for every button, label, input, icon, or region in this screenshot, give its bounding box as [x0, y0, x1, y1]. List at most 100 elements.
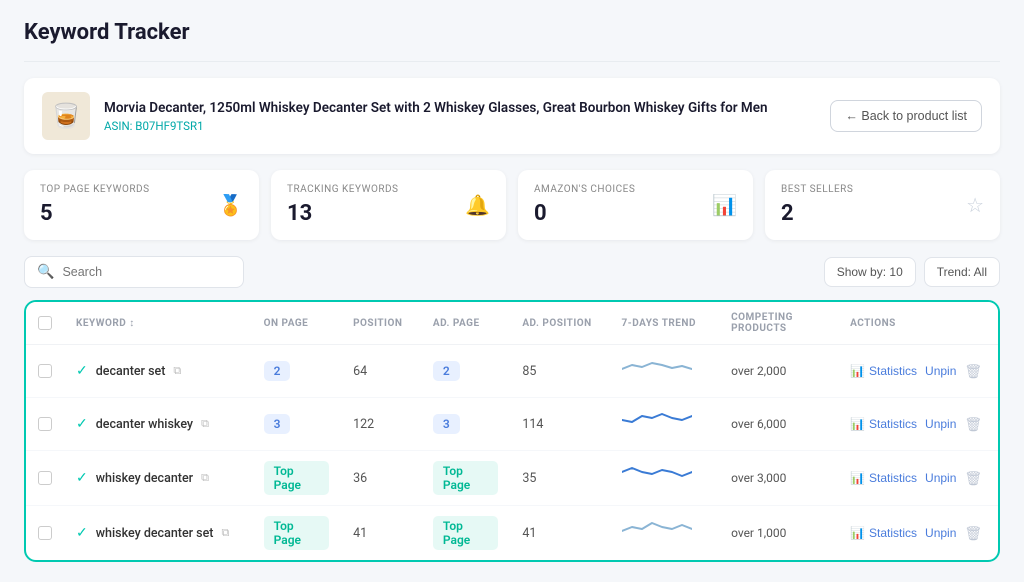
- unpin-button[interactable]: Unpin: [925, 417, 956, 431]
- product-image: 🥃: [42, 92, 90, 140]
- trend-chart: [622, 517, 692, 545]
- ad-position-value: 114: [522, 417, 543, 432]
- th-on-page: ON PAGE: [252, 302, 341, 345]
- copy-icon[interactable]: ⧉: [221, 526, 229, 540]
- trend-chart: [622, 408, 692, 436]
- td-ad-page: 2: [421, 345, 510, 398]
- ad-position-value: 41: [522, 526, 536, 541]
- stat-card-amazon-choice: AMAZON'S CHOICES 0 📊: [518, 170, 753, 240]
- delete-button[interactable]: 🗑: [964, 470, 982, 487]
- td-on-page: 3: [252, 398, 341, 451]
- trend-filter-button[interactable]: Trend: All: [924, 257, 1000, 287]
- position-value: 36: [353, 471, 367, 486]
- td-trend: [610, 398, 720, 451]
- on-page-badge: Top Page: [264, 516, 329, 550]
- controls-right: Show by: 10 Trend: All: [824, 257, 1000, 287]
- check-icon: ✓: [76, 470, 88, 486]
- statistics-label: Statistics: [869, 364, 917, 378]
- product-card-left: 🥃 Morvia Decanter, 1250ml Whiskey Decant…: [42, 92, 768, 140]
- td-keyword: ✓ decanter set ⧉: [64, 345, 252, 398]
- trend-chart: [622, 462, 692, 490]
- td-actions: 📊 Statistics Unpin 🗑: [838, 345, 998, 398]
- stats-row: TOP PAGE KEYWORDS 5 🏅 TRACKING KEYWORDS …: [24, 170, 1000, 240]
- ad-page-badge: 3: [433, 414, 460, 434]
- delete-button[interactable]: 🗑: [964, 416, 982, 433]
- on-page-badge: Top Page: [264, 461, 329, 495]
- td-position: 41: [341, 506, 421, 561]
- back-to-product-list-button[interactable]: ← Back to product list: [830, 100, 982, 132]
- row-checkbox[interactable]: [38, 417, 52, 431]
- delete-button[interactable]: 🗑: [964, 525, 982, 542]
- td-competing: over 2,000: [719, 345, 838, 398]
- stat-value-top-page: 5: [40, 201, 150, 226]
- statistics-label: Statistics: [869, 526, 917, 540]
- td-keyword: ✓ whiskey decanter set ⧉: [64, 506, 252, 561]
- table-header: KEYWORD ↕ ON PAGE POSITION AD. PAGE AD. …: [26, 302, 998, 345]
- keyword-name: decanter whiskey: [96, 417, 193, 432]
- keyword-name: decanter set: [96, 364, 166, 379]
- unpin-button[interactable]: Unpin: [925, 471, 956, 485]
- copy-icon[interactable]: ⧉: [173, 364, 181, 378]
- divider: [24, 61, 1000, 62]
- header-checkbox[interactable]: [38, 316, 52, 330]
- on-page-badge: 3: [264, 414, 291, 434]
- check-icon: ✓: [76, 416, 88, 432]
- copy-icon[interactable]: ⧉: [201, 471, 209, 485]
- unpin-button[interactable]: Unpin: [925, 526, 956, 540]
- th-7-days-trend: 7-DAYS TREND: [610, 302, 720, 345]
- statistics-button[interactable]: 📊 Statistics: [850, 417, 917, 431]
- statistics-button[interactable]: 📊 Statistics: [850, 471, 917, 485]
- td-competing: over 3,000: [719, 451, 838, 506]
- competing-value: over 6,000: [731, 417, 786, 431]
- td-competing: over 6,000: [719, 398, 838, 451]
- row-checkbox[interactable]: [38, 364, 52, 378]
- competing-value: over 1,000: [731, 526, 786, 540]
- bar-chart-icon: 📊: [850, 471, 865, 485]
- row-checkbox[interactable]: [38, 471, 52, 485]
- stat-icon-tracking: 🔔: [465, 193, 490, 217]
- stat-icon-amazon-choice: 📊: [712, 193, 737, 217]
- td-keyword: ✓ decanter whiskey ⧉: [64, 398, 252, 451]
- row-checkbox[interactable]: [38, 526, 52, 540]
- stat-value-tracking: 13: [287, 201, 399, 226]
- th-actions: ACTIONS: [838, 302, 998, 345]
- copy-icon[interactable]: ⧉: [201, 417, 209, 431]
- unpin-button[interactable]: Unpin: [925, 364, 956, 378]
- keywords-table-wrapper: KEYWORD ↕ ON PAGE POSITION AD. PAGE AD. …: [24, 300, 1000, 562]
- th-keyword[interactable]: KEYWORD ↕: [64, 302, 252, 345]
- td-checkbox: [26, 506, 64, 561]
- keywords-table: KEYWORD ↕ ON PAGE POSITION AD. PAGE AD. …: [26, 302, 998, 560]
- stat-label-tracking: TRACKING KEYWORDS: [287, 184, 399, 195]
- ad-position-value: 35: [522, 471, 536, 486]
- td-on-page: 2: [252, 345, 341, 398]
- statistics-button[interactable]: 📊 Statistics: [850, 364, 917, 378]
- ad-page-badge: Top Page: [433, 461, 498, 495]
- product-card: 🥃 Morvia Decanter, 1250ml Whiskey Decant…: [24, 78, 1000, 154]
- th-ad-position: AD. POSITION: [510, 302, 609, 345]
- search-input[interactable]: [62, 265, 231, 279]
- td-ad-position: 35: [510, 451, 609, 506]
- td-checkbox: [26, 451, 64, 506]
- bar-chart-icon: 📊: [850, 364, 865, 378]
- th-position: POSITION: [341, 302, 421, 345]
- show-by-button[interactable]: Show by: 10: [824, 257, 916, 287]
- controls-row: 🔍 Show by: 10 Trend: All: [24, 256, 1000, 288]
- table-row: ✓ whiskey decanter set ⧉ Top Page 41 Top…: [26, 506, 998, 561]
- stat-value-best-sellers: 2: [781, 201, 853, 226]
- td-keyword: ✓ whiskey decanter ⧉: [64, 451, 252, 506]
- td-trend: [610, 506, 720, 561]
- check-icon: ✓: [76, 363, 88, 379]
- statistics-label: Statistics: [869, 471, 917, 485]
- table-row: ✓ decanter whiskey ⧉ 3 122 3 114 over 6,…: [26, 398, 998, 451]
- star-icon: ☆: [966, 193, 984, 217]
- table-row: ✓ whiskey decanter ⧉ Top Page 36 Top Pag…: [26, 451, 998, 506]
- statistics-button[interactable]: 📊 Statistics: [850, 526, 917, 540]
- stat-icon-top-page: 🏅: [218, 193, 243, 217]
- td-on-page: Top Page: [252, 506, 341, 561]
- bar-chart-icon: 📊: [850, 417, 865, 431]
- delete-button[interactable]: 🗑: [964, 363, 982, 380]
- ad-page-badge: Top Page: [433, 516, 498, 550]
- search-box[interactable]: 🔍: [24, 256, 244, 288]
- td-ad-page: 3: [421, 398, 510, 451]
- stat-value-amazon-choice: 0: [534, 201, 635, 226]
